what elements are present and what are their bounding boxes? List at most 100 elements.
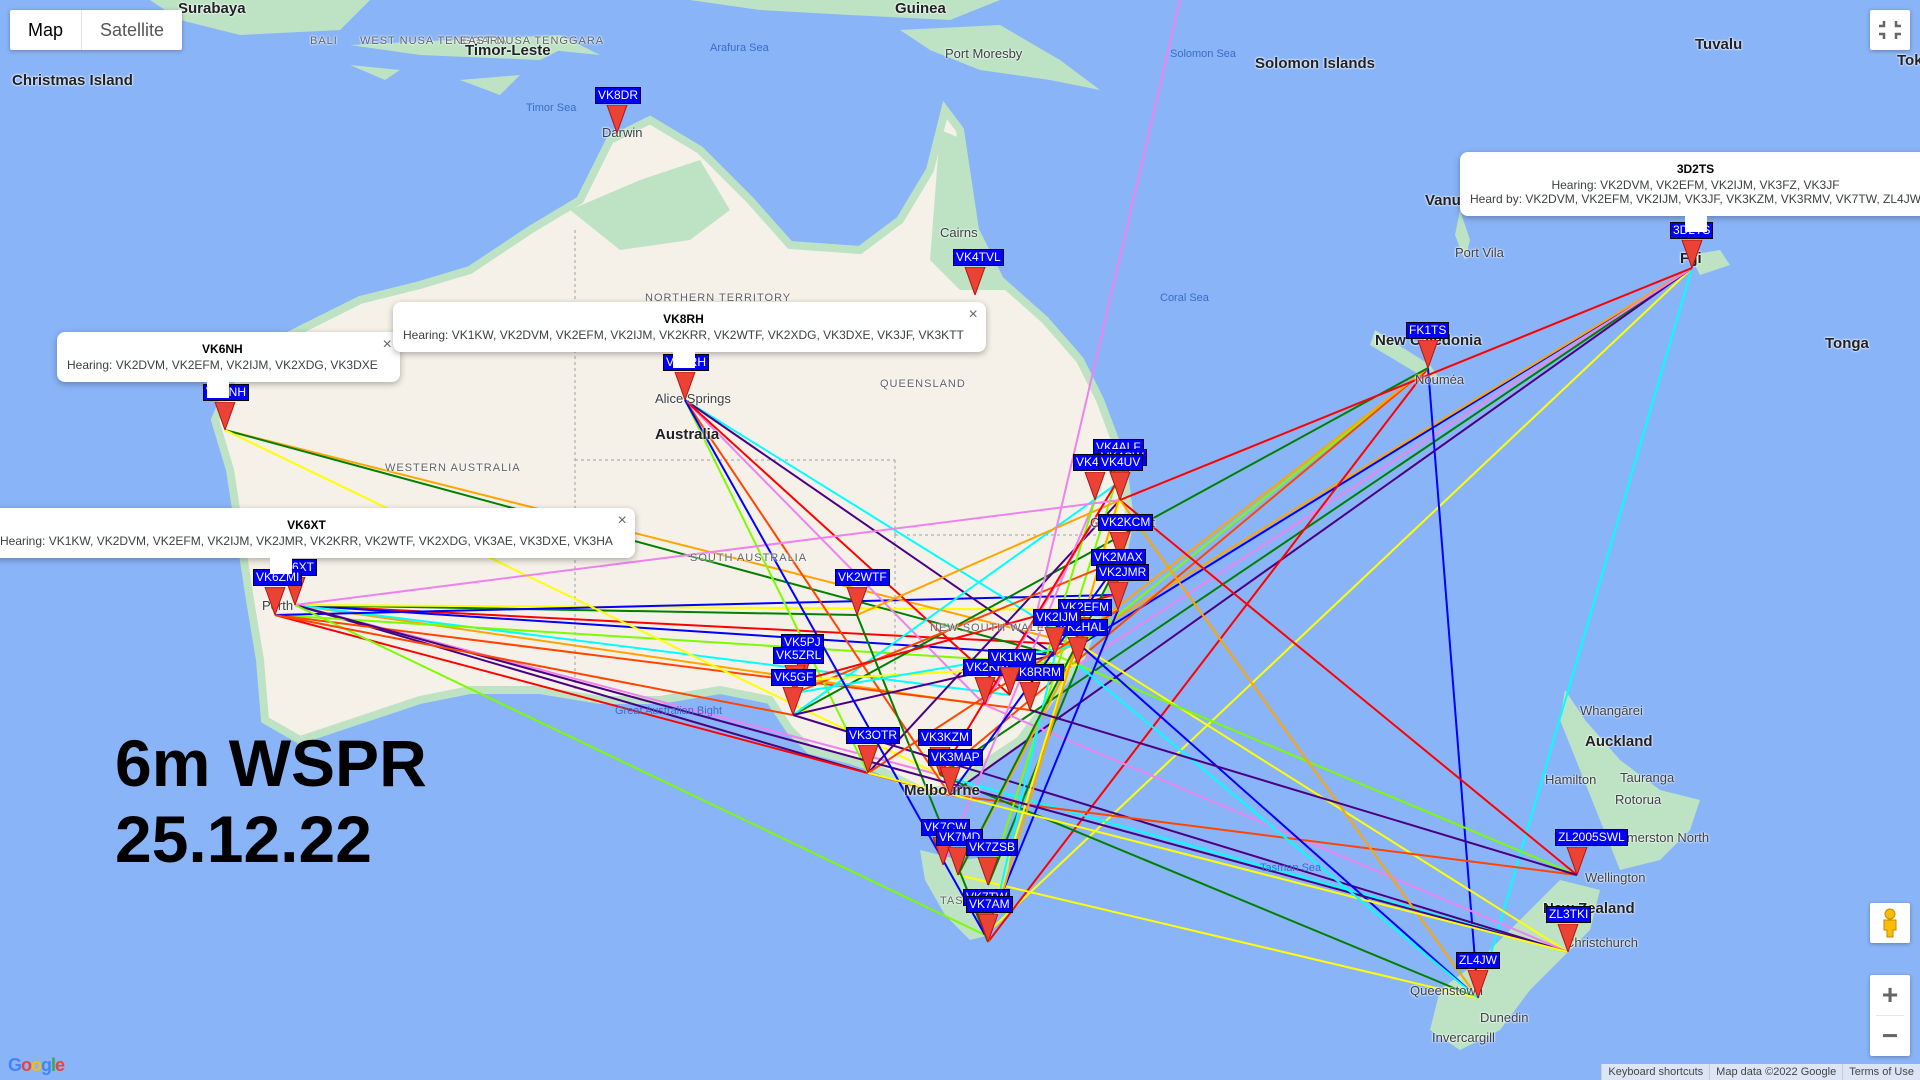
map-type-satellite-button[interactable]: Satellite <box>82 10 182 50</box>
place-label: Coral Sea <box>1160 292 1209 304</box>
map-pin-icon <box>674 372 696 400</box>
info-window-title: 3D2TS <box>1676 162 1715 176</box>
place-label: Whangārei <box>1580 703 1643 718</box>
info-window-title: VK6NH <box>202 342 243 356</box>
map-pin-icon <box>857 745 879 773</box>
map-pin-icon <box>977 857 999 885</box>
place-label: Tuvalu <box>1695 36 1743 53</box>
place-label: Wellington <box>1585 870 1646 885</box>
station-callsign-label: VK4TVL <box>953 249 1004 266</box>
info-window-tail <box>673 352 695 368</box>
map-pin-icon <box>846 587 868 615</box>
title-date: 25.12.22 <box>115 802 372 876</box>
info-window-vk8rh: VK8RH Hearing: VK1KW, VK2DVM, VK2EFM, VK2… <box>393 302 986 368</box>
propagation-path-line <box>1079 367 1429 646</box>
station-callsign-label: VK8DR <box>595 87 642 104</box>
map-pin-icon <box>974 677 996 705</box>
propagation-path-line <box>957 874 1479 999</box>
station-callsign-label: ZL3TKI <box>1546 906 1592 923</box>
station-callsign-label: VK3KZM <box>918 729 973 746</box>
keyboard-shortcuts-link[interactable]: Keyboard shortcuts <box>1601 1064 1710 1080</box>
info-window-tail <box>207 382 229 398</box>
place-label: Great Australian Bight <box>615 705 723 717</box>
station-callsign-label: VK2KCM <box>1098 514 1154 531</box>
info-window-vk6xt: VK6XT Hearing: VK1KW, VK2DVM, VK2EFM, VK2… <box>0 508 635 574</box>
place-label: Port Vila <box>1455 245 1504 260</box>
propagation-path-line <box>294 604 1011 696</box>
station-callsign-label: VK7ZSB <box>966 839 1019 856</box>
station-callsign-label: ZL4JW <box>1456 952 1501 969</box>
map-type-map-button[interactable]: Map <box>10 10 83 50</box>
station-callsign-label: VK5ZRL <box>773 647 825 664</box>
place-label: Solomon Islands <box>1255 55 1376 72</box>
exit-fullscreen-icon <box>1879 21 1901 39</box>
place-label: Guinea <box>895 0 946 17</box>
zoom-out-button[interactable]: − <box>1870 1016 1910 1056</box>
map-pin-icon <box>939 767 961 795</box>
station-callsign-label: VK3MAP <box>928 749 983 766</box>
map-pin-icon <box>606 105 628 133</box>
map-pin-icon <box>264 587 286 615</box>
place-label: Nouméa <box>1415 372 1465 387</box>
map-pin-icon <box>1557 924 1579 952</box>
map-pin-icon <box>782 687 804 715</box>
info-window-line: Hearing: VK1KW, VK2DVM, VK2EFM, VK2IJM, … <box>0 534 613 548</box>
station-callsign-label: VK3OTR <box>846 727 901 744</box>
map-type-control: Map Satellite <box>10 10 183 50</box>
close-icon[interactable]: × <box>382 336 391 354</box>
station-callsign-label: VK7AM <box>966 896 1013 913</box>
map-pin-icon <box>1566 847 1588 875</box>
map-pin-icon <box>1681 240 1703 268</box>
station-callsign-label: VK5GF <box>771 669 817 686</box>
info-window-vk6nh: VK6NH Hearing: VK2DVM, VK2EFM, VK2IJM, VK… <box>57 332 400 398</box>
place-label: WESTERN AUSTRALIA <box>385 462 521 474</box>
close-icon[interactable]: × <box>618 512 627 530</box>
info-window-line: Hearing: VK2DVM, VK2EFM, VK2IJM, VK3FZ, … <box>1551 178 1840 192</box>
info-window-line: Hearing: VK2DVM, VK2EFM, VK2IJM, VK2XDG,… <box>67 358 378 372</box>
place-label: Christmas Island <box>12 72 133 89</box>
propagation-path-line <box>939 267 1693 776</box>
map-pin-icon <box>999 667 1021 695</box>
title-band: 6m WSPR <box>115 726 427 800</box>
zoom-in-button[interactable]: + <box>1870 975 1910 1015</box>
terms-of-use-link[interactable]: Terms of Use <box>1842 1064 1920 1080</box>
place-label: Surabaya <box>178 0 246 17</box>
place-label: Port Moresby <box>945 46 1023 61</box>
fullscreen-button[interactable] <box>1870 10 1910 50</box>
close-icon[interactable]: × <box>969 306 978 324</box>
place-label: SOUTH AUSTRALIA <box>690 552 808 564</box>
street-view-pegman-icon <box>1883 908 1897 938</box>
station-callsign-label: VK2WTF <box>835 569 890 586</box>
overlay-title: 6m WSPR 25.12.22 <box>115 725 427 877</box>
google-logo[interactable]: Google <box>8 1055 65 1076</box>
place-label: Tonga <box>1825 335 1869 352</box>
place-label: BALI <box>310 35 338 47</box>
station-callsign-label: VK1KW <box>988 649 1037 666</box>
zoom-control: + − <box>1870 975 1910 1056</box>
info-window-title: VK8RH <box>663 312 704 326</box>
station-callsign-label: VK2IJM <box>1033 609 1082 626</box>
place-label: Dunedin <box>1480 1010 1529 1025</box>
map-pin-icon <box>214 402 236 430</box>
info-window-tail <box>270 558 292 574</box>
propagation-path-line <box>294 604 1569 953</box>
map-pin-icon <box>1109 472 1131 500</box>
place-label: Tok <box>1897 52 1920 69</box>
propagation-path-line <box>939 367 1429 776</box>
place-label: Cairns <box>940 225 978 240</box>
map-canvas[interactable]: Surabaya Guinea Christmas Island BALI WEST N… <box>0 0 1920 1080</box>
station-callsign-label: FK1TS <box>1406 322 1450 339</box>
propagation-path-line <box>1077 267 1693 666</box>
place-label: Australia <box>655 426 720 443</box>
street-view-pegman-button[interactable] <box>1870 903 1910 943</box>
station-callsign-label: VK2JMR <box>1096 564 1150 581</box>
map-pin-icon <box>1084 472 1106 500</box>
map-pin-icon <box>1067 637 1089 665</box>
place-label: Solomon Sea <box>1170 48 1237 60</box>
place-label: Tauranga <box>1620 770 1675 785</box>
info-window-3d2ts: 3D2TS Hearing: VK2DVM, VK2EFM, VK2IJM, VK… <box>1460 152 1920 232</box>
propagation-path-line <box>1029 709 1578 876</box>
map-pin-icon <box>964 267 986 295</box>
map-pin-icon <box>1044 627 1066 655</box>
place-label: Tasman Sea <box>1260 862 1322 874</box>
